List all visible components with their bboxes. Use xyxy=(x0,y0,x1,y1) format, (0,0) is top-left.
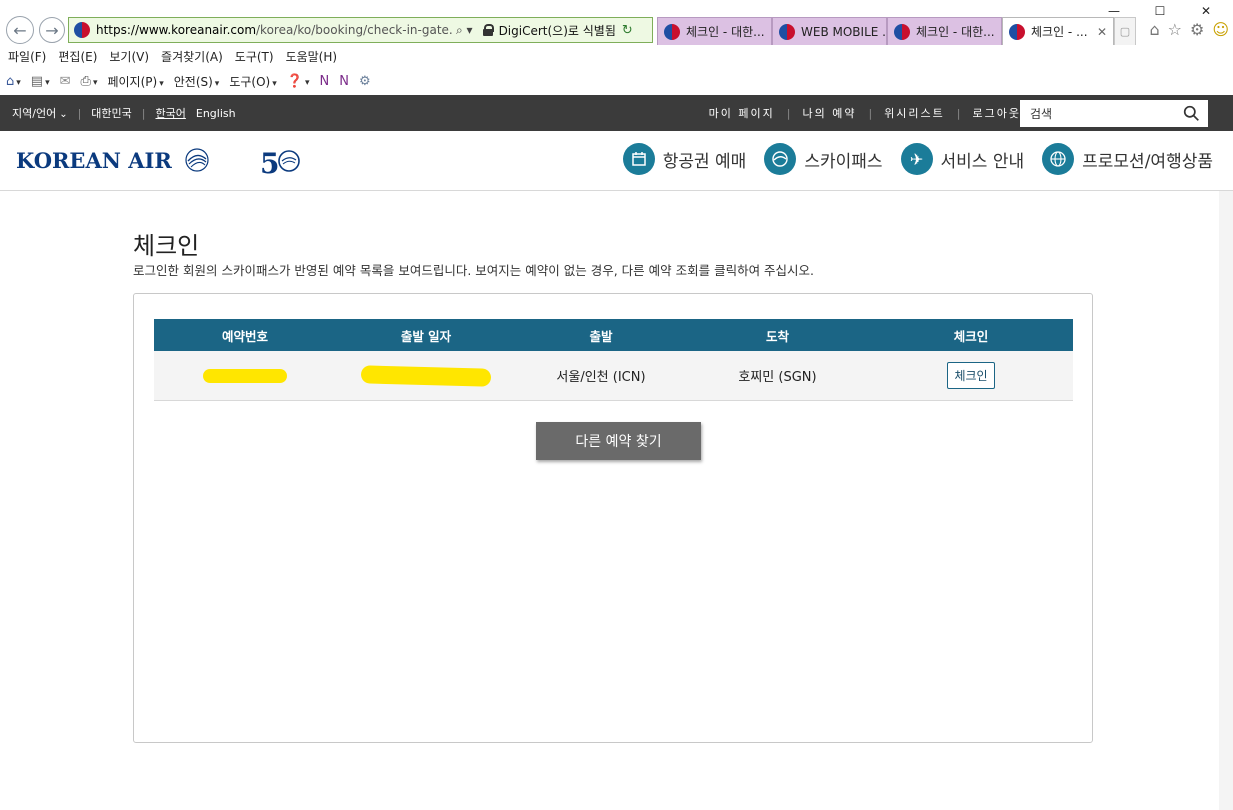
utility-bar: 지역/언어 ⌄ | 대한민국 | 한국어 English 마이 페이지 | 나의 … xyxy=(0,95,1233,131)
nav-skypass[interactable]: 스카이패스 xyxy=(764,143,883,175)
checkin-cell: 체크인 xyxy=(869,351,1073,400)
home-icon[interactable]: ⌂ xyxy=(1149,20,1159,39)
search-icon[interactable] xyxy=(1183,105,1200,122)
redaction-mark xyxy=(203,368,287,383)
close-window-icon[interactable]: ✕ xyxy=(1183,0,1229,22)
skypass-icon xyxy=(764,143,797,175)
home-command-icon[interactable]: ⌂ ▾ xyxy=(6,74,21,89)
browser-tab[interactable]: 체크인 - 대한... xyxy=(887,17,1002,45)
page-title: 체크인 xyxy=(133,232,200,260)
korean-air-logo[interactable]: KOREAN AIR xyxy=(16,147,210,173)
country-label[interactable]: 대한민국 xyxy=(91,105,131,121)
browser-tool-icons: ⌂ ☆ ⚙ ☺ xyxy=(1149,20,1229,39)
new-tab-icon: ▢ xyxy=(1119,25,1131,38)
onenote-icon[interactable]: N xyxy=(319,74,329,89)
redaction-mark xyxy=(360,364,492,387)
taeguk-emblem-icon xyxy=(185,148,209,172)
help-icon[interactable]: ❓ ▾ xyxy=(287,74,310,89)
lock-icon xyxy=(482,24,494,36)
site-header: KOREAN AIR 5 항공권 예매 스카이패스 ✈ 서비스 안내 프로모션/… xyxy=(0,131,1233,191)
tab-favicon-icon xyxy=(1009,23,1025,40)
search-dropdown-icon[interactable]: ⌕ ▾ xyxy=(456,23,473,38)
arrival-cell: 호찌민 (SGN) xyxy=(738,370,817,385)
departure-cell: 서울/인천 (ICN) xyxy=(556,370,646,385)
main-nav: 항공권 예매 스카이패스 ✈ 서비스 안내 프로모션/여행상품 xyxy=(622,143,1213,175)
scrollbar[interactable] xyxy=(1219,191,1233,810)
safety-menu[interactable]: 안전(S) ▾ xyxy=(174,73,220,90)
browser-tab[interactable]: WEB MOBILE ... xyxy=(772,17,887,45)
header-departure-date: 출발 일자 xyxy=(400,328,452,344)
globe-icon xyxy=(1042,143,1075,175)
mail-icon[interactable]: ✉ xyxy=(60,74,71,89)
arrow-right-icon: → xyxy=(45,20,59,40)
lang-korean[interactable]: 한국어 xyxy=(156,105,186,121)
command-bar: ⌂ ▾ ▤ ▾ ✉ ⎙ ▾ 페이지(P) ▾ 안전(S) ▾ 도구(O) ▾ ❓ ▾ N N … xyxy=(6,71,371,91)
arrow-left-icon: ← xyxy=(13,20,27,40)
favorites-star-icon[interactable]: ☆ xyxy=(1168,20,1182,39)
menu-help[interactable]: 도움말(H) xyxy=(286,48,338,65)
chevron-down-icon: ⌄ xyxy=(59,109,68,120)
address-bar[interactable]: https://www.koreanair.com/korea/ko/booki… xyxy=(68,17,653,43)
close-tab-icon[interactable]: ✕ xyxy=(1097,25,1107,39)
page-description: 로그인한 회원의 스카이패스가 반영된 예약 목록을 보여드립니다. 보여지는 … xyxy=(133,263,815,278)
search-input[interactable]: 검색 xyxy=(1020,100,1208,127)
header-arrival: 도착 xyxy=(765,328,789,344)
refresh-icon[interactable]: ↻ xyxy=(622,23,633,38)
tab-favicon-icon xyxy=(894,23,910,40)
reservation-table: 예약번호 출발 일자 출발 도착 체크인 서울/인천 (ICN) 호찌민 (SG… xyxy=(154,319,1073,401)
settings-gear-icon[interactable]: ⚙ xyxy=(359,74,371,89)
nav-booking[interactable]: 항공권 예매 xyxy=(622,143,746,175)
utility-links: 마이 페이지 | 나의 예약 | 위시리스트 | 로그아웃 xyxy=(708,105,1021,121)
gear-icon[interactable]: ⚙ xyxy=(1190,20,1204,39)
menu-tools[interactable]: 도구(T) xyxy=(235,48,274,65)
header-reservation-number: 예약번호 xyxy=(221,328,268,344)
calendar-icon xyxy=(622,143,655,175)
anniversary-50-logo: 5 xyxy=(260,147,300,179)
table-header: 예약번호 출발 일자 출발 도착 체크인 xyxy=(154,319,1073,351)
smiley-icon[interactable]: ☺ xyxy=(1212,20,1229,39)
maximize-icon[interactable]: ☐ xyxy=(1137,0,1183,22)
window-controls: — ☐ ✕ xyxy=(1091,0,1229,22)
find-other-reservation-button[interactable]: 다른 예약 찾기 xyxy=(536,422,701,460)
address-url[interactable]: https://www.koreanair.com/korea/ko/booki… xyxy=(96,23,452,37)
certificate-label[interactable]: DigiCert(으)로 식별됨 xyxy=(499,22,616,39)
wishlist-link[interactable]: 위시리스트 xyxy=(884,105,945,121)
back-button[interactable]: ← xyxy=(6,16,34,44)
onenote-linked-icon[interactable]: N xyxy=(339,74,349,89)
forward-button[interactable]: → xyxy=(39,17,65,43)
minimize-icon[interactable]: — xyxy=(1091,0,1137,22)
header-departure: 출발 xyxy=(589,328,613,344)
nav-services[interactable]: ✈ 서비스 안내 xyxy=(900,143,1024,175)
menu-file[interactable]: 파일(F) xyxy=(8,48,46,65)
my-reservation-link[interactable]: 나의 예약 xyxy=(802,105,856,121)
menu-bar: 파일(F) 편집(E) 보기(V) 즐겨찾기(A) 도구(T) 도움말(H) xyxy=(8,48,337,65)
lang-english[interactable]: English xyxy=(196,107,236,120)
logout-link[interactable]: 로그아웃 xyxy=(973,105,1021,121)
region-language: 지역/언어 ⌄ | 대한민국 | 한국어 English xyxy=(12,105,236,121)
menu-edit[interactable]: 편집(E) xyxy=(58,48,97,65)
rss-icon[interactable]: ▤ ▾ xyxy=(31,74,50,89)
nav-promotions[interactable]: 프로모션/여행상품 xyxy=(1042,143,1213,175)
reservation-panel: 예약번호 출발 일자 출발 도착 체크인 서울/인천 (ICN) 호찌민 (SG… xyxy=(133,293,1093,743)
menu-favorites[interactable]: 즐겨찾기(A) xyxy=(161,48,223,65)
airplane-icon: ✈ xyxy=(900,143,933,175)
table-row: 서울/인천 (ICN) 호찌민 (SGN) 체크인 xyxy=(154,351,1073,401)
tab-strip: 체크인 - 대한... WEB MOBILE ... 체크인 - 대한... 체… xyxy=(657,17,1136,45)
checkin-button[interactable]: 체크인 xyxy=(947,362,995,389)
menu-view[interactable]: 보기(V) xyxy=(109,48,149,65)
departure-date-cell xyxy=(336,351,516,400)
site-favicon-icon xyxy=(74,22,90,38)
tab-favicon-icon xyxy=(664,23,680,40)
svg-text:5: 5 xyxy=(260,147,279,179)
reservation-number-cell xyxy=(154,351,336,400)
tab-favicon-icon xyxy=(779,23,795,40)
print-icon[interactable]: ⎙ ▾ xyxy=(81,74,98,89)
region-selector[interactable]: 지역/언어 ⌄ xyxy=(12,105,68,121)
tools-menu[interactable]: 도구(O) ▾ xyxy=(229,73,276,90)
browser-tab[interactable]: 체크인 - 대한... xyxy=(657,17,772,45)
browser-chrome: ← → https://www.koreanair.com/korea/ko/b… xyxy=(0,0,1233,95)
page-menu[interactable]: 페이지(P) ▾ xyxy=(107,73,163,90)
my-page-link[interactable]: 마이 페이지 xyxy=(709,105,775,121)
header-checkin: 체크인 xyxy=(953,328,989,344)
